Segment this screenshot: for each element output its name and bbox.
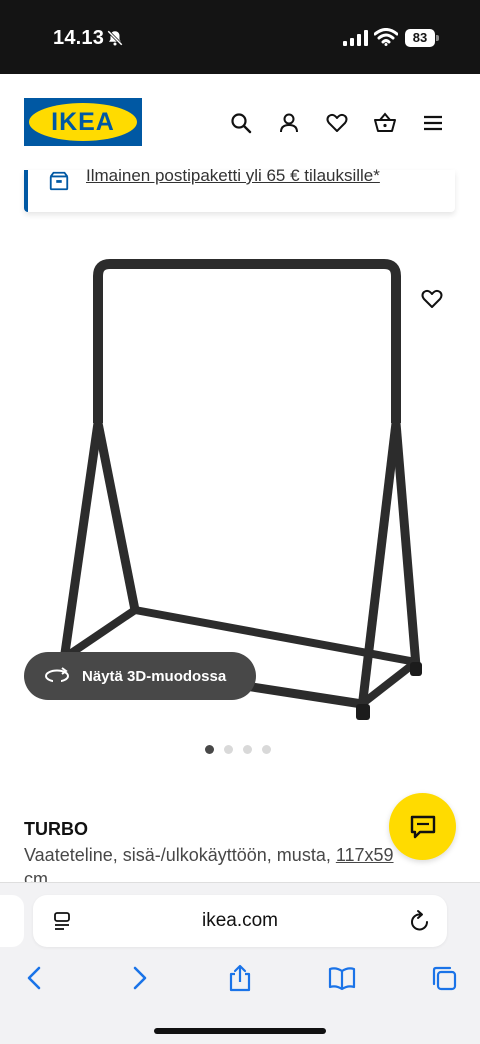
free-shipping-banner[interactable]: Ilmainen postipaketti yli 65 € tilauksil… bbox=[24, 166, 455, 212]
forward-chevron-icon[interactable] bbox=[124, 963, 154, 993]
view-in-3d-button[interactable]: Näytä 3D-muodossa bbox=[24, 652, 256, 700]
status-bar: 14.13 83 bbox=[0, 0, 480, 74]
add-to-favourites-heart-icon[interactable] bbox=[418, 285, 446, 313]
product-description-text: Vaateteline, sisä-/ulkokäyttöön, musta, bbox=[24, 845, 336, 865]
previous-tab-peek[interactable] bbox=[0, 895, 24, 947]
product-name: TURBO bbox=[24, 819, 88, 839]
shopping-basket-icon[interactable] bbox=[372, 110, 398, 136]
battery-tip bbox=[436, 35, 439, 41]
parcel-icon bbox=[49, 171, 69, 191]
home-indicator[interactable] bbox=[154, 1028, 326, 1034]
wifi-icon bbox=[374, 28, 398, 46]
share-icon[interactable] bbox=[225, 963, 255, 993]
chat-button[interactable] bbox=[389, 793, 456, 860]
carousel-dot-1[interactable] bbox=[205, 745, 214, 754]
wishlist-heart-icon[interactable] bbox=[324, 110, 350, 136]
address-bar[interactable]: ikea.com bbox=[33, 895, 447, 947]
bookmarks-book-icon[interactable] bbox=[327, 963, 357, 993]
reload-icon[interactable] bbox=[409, 909, 431, 933]
image-carousel-dots[interactable] bbox=[205, 745, 271, 754]
bell-off-icon bbox=[107, 30, 123, 46]
logo-text: IKEA bbox=[29, 103, 137, 141]
tabs-icon[interactable] bbox=[429, 963, 459, 993]
site-header: IKEA bbox=[0, 74, 480, 170]
battery-level: 83 bbox=[405, 29, 435, 47]
rotate-3d-icon bbox=[45, 667, 69, 683]
search-icon[interactable] bbox=[228, 110, 254, 136]
view-in-3d-label: Näytä 3D-muodossa bbox=[82, 667, 227, 685]
chat-icon bbox=[410, 815, 435, 838]
browser-bottom-bar: ikea.com bbox=[0, 882, 480, 1044]
back-chevron-icon[interactable] bbox=[20, 963, 50, 993]
cellular-signal-icon bbox=[343, 30, 368, 46]
carousel-dot-2[interactable] bbox=[224, 745, 233, 754]
product-size-link[interactable]: 117x59 bbox=[336, 845, 394, 865]
url-text: ikea.com bbox=[201, 910, 279, 931]
carousel-dot-3[interactable] bbox=[243, 745, 252, 754]
account-icon[interactable] bbox=[276, 110, 302, 136]
banner-link[interactable]: Ilmainen postipaketti yli 65 € tilauksil… bbox=[86, 166, 380, 186]
ikea-logo[interactable]: IKEA bbox=[24, 98, 142, 146]
carousel-dot-4[interactable] bbox=[262, 745, 271, 754]
menu-icon[interactable] bbox=[420, 110, 446, 136]
status-time: 14.13 bbox=[53, 27, 105, 49]
battery-indicator: 83 bbox=[405, 29, 439, 47]
